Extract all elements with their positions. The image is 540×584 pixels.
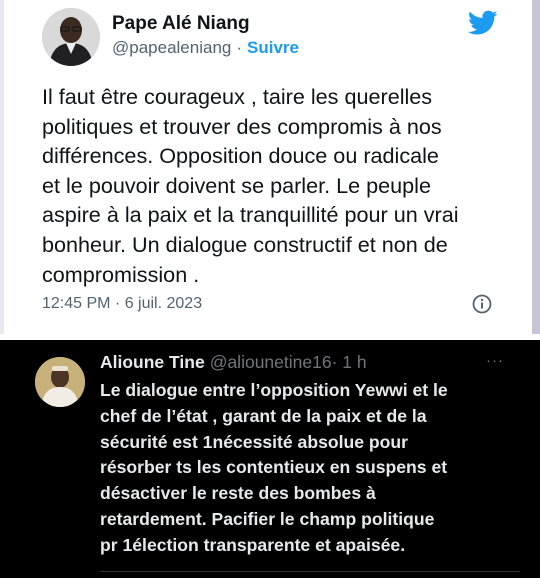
tweet-text: Le dialogue entre l’opposition Yewwi et … [100, 378, 530, 559]
author-handle[interactable]: @aliounetine16 [210, 352, 332, 372]
avatar[interactable] [42, 8, 100, 66]
tweet-line: bonheur. Un dialogue constructif et non … [42, 231, 448, 257]
tweet-time[interactable]: · 1 h [332, 352, 367, 372]
tweet-line: aspire à la paix et la tranquillité pour… [42, 202, 459, 228]
card-edge [532, 0, 540, 334]
tweet-text: Il faut être courageux , taire les quere… [42, 82, 512, 289]
tweet-line: compromission . [42, 261, 200, 287]
tweet-line: et le pouvoir doivent se parler. Le peup… [42, 172, 431, 198]
card-edge [0, 0, 4, 334]
divider [100, 571, 520, 572]
info-icon[interactable] [472, 294, 492, 314]
tweet-line: Il faut être courageux , taire les quere… [42, 84, 433, 109]
author-header: Alioune Tine @aliounetine16· 1 h [100, 352, 367, 373]
tweet-line: politiques et trouver des compromis à no… [42, 113, 442, 139]
tweet-line: sécurité est 1nécessité absolue pour [100, 431, 409, 452]
tweet-line: retardement. Pacifier le champ politique [100, 508, 435, 529]
author-name[interactable]: Pape Alé Niang [112, 13, 250, 35]
follow-button[interactable]: Suivre [247, 38, 299, 57]
tweet-card-top[interactable]: Pape Alé Niang @papealeniang · Suivre Il f… [0, 0, 540, 334]
tweet-line: résorber ts les contentieux en suspens e… [100, 457, 448, 478]
author-handle[interactable]: @papealeniang [112, 38, 231, 57]
tweet-line: différences. Opposition douce ou radical… [42, 143, 439, 169]
page-edge [0, 578, 540, 584]
tweet-line: Le dialogue entre l’opposition Yewwi et … [100, 380, 448, 400]
author-handle-row: @papealeniang · Suivre [112, 38, 299, 58]
avatar[interactable] [35, 357, 85, 407]
author-name[interactable]: Alioune Tine [100, 352, 205, 372]
tweet-timestamp[interactable]: 12:45 PM · 6 juil. 2023 [42, 295, 202, 313]
tweet-line: chef de l’état , garant de la paix et de… [100, 405, 427, 426]
more-options-icon[interactable]: ··· [486, 352, 504, 369]
twitter-bird-icon[interactable] [468, 10, 498, 36]
tweet-line: désactiver le reste des bombes à [100, 483, 376, 504]
tweet-line: pr 1élection transparente et apaisée. [100, 534, 406, 555]
tweet-card-bottom[interactable]: Alioune Tine @aliounetine16· 1 h ··· Le d… [0, 340, 540, 584]
separator-dot: · [236, 38, 243, 57]
